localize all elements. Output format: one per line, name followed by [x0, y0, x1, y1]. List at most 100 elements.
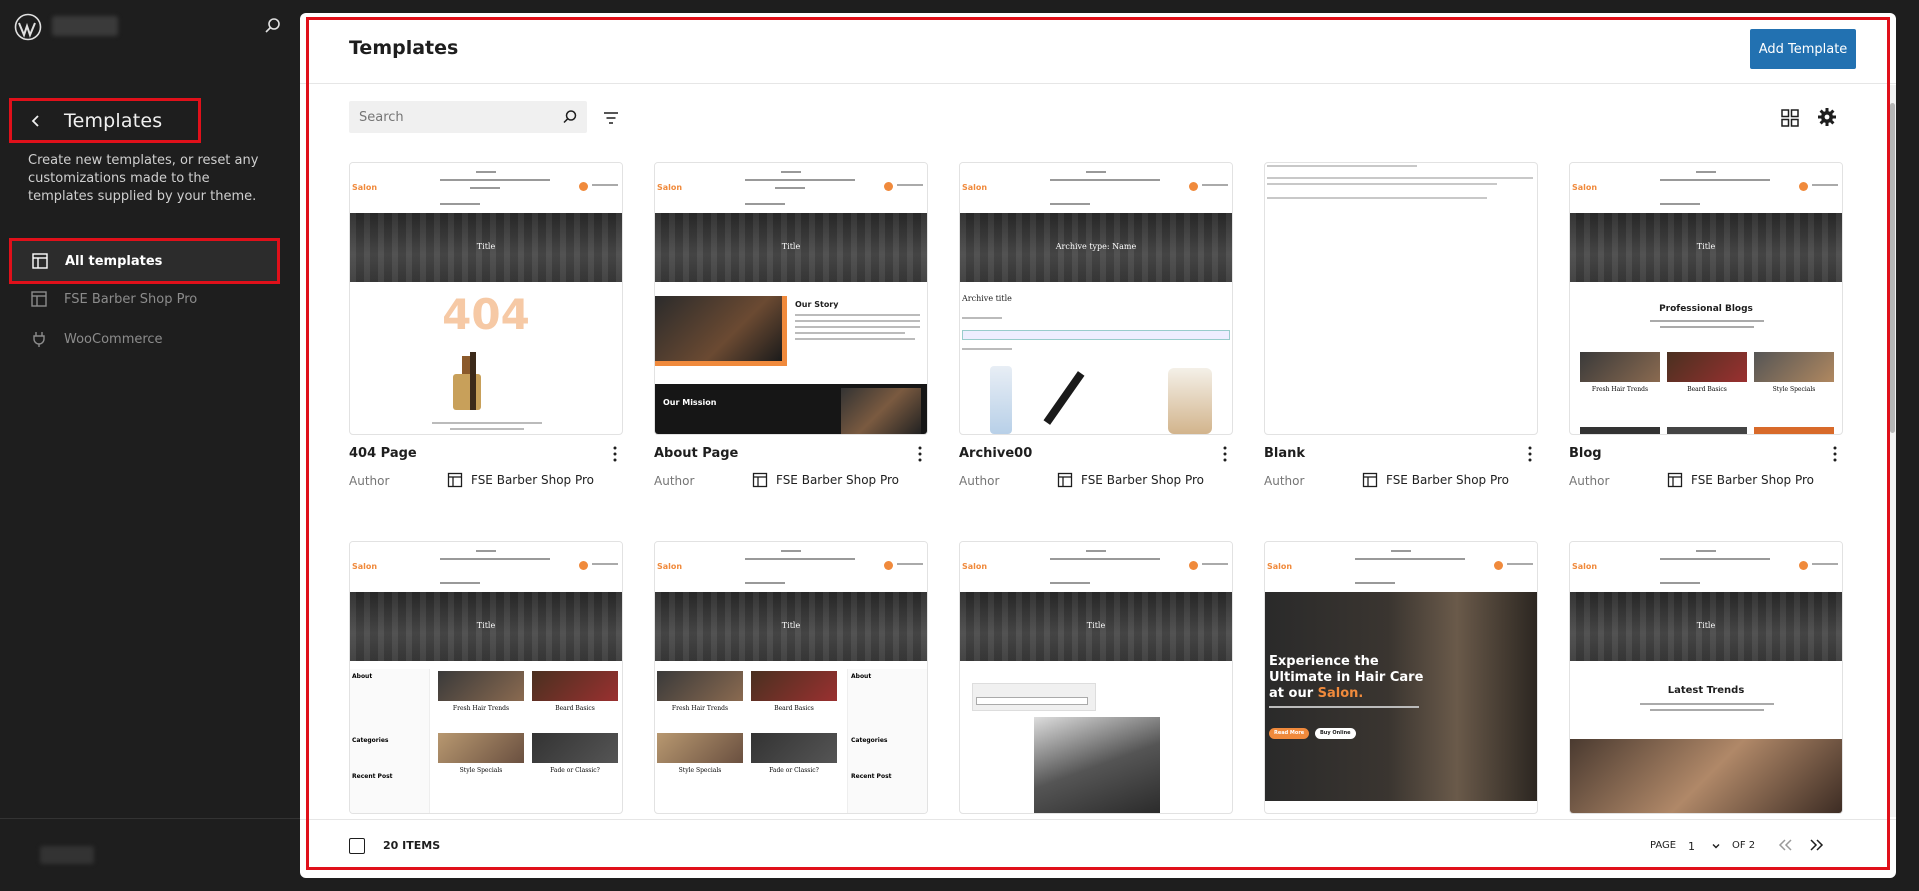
gear-icon[interactable] [1816, 106, 1838, 128]
search-icon [563, 110, 577, 124]
preview-hero-title: Title [781, 621, 801, 630]
template-author: FSE Barber Shop Pro [1667, 472, 1814, 488]
template-title[interactable]: 404 Page [349, 446, 417, 461]
more-options-icon[interactable] [1522, 445, 1538, 463]
template-preview[interactable]: Salon Title [959, 541, 1233, 814]
template-preview[interactable]: Salon Title About Categories Recent Post… [349, 541, 623, 814]
preview-post-title: Style Specials [678, 767, 722, 774]
preview-body: Our Story Our Mission [655, 282, 927, 434]
page-select[interactable]: 1 [1688, 835, 1722, 857]
search-field[interactable] [349, 101, 587, 133]
preview-read-more-button: Read More [1269, 728, 1310, 739]
items-count: 20 ITEMS [383, 839, 441, 852]
grid-view-icon[interactable] [1779, 107, 1801, 129]
template-card-about-page[interactable]: Salon Title Our Story Our Mission About … [654, 162, 928, 488]
sidebar-item-label: All templates [65, 253, 163, 269]
template-preview[interactable]: Salon Title Our Story Our Mission [654, 162, 928, 435]
template-card-front-page[interactable]: Salon Experience the Ultimate in Hair Ca… [1264, 541, 1538, 814]
template-preview[interactable]: Salon Title Professional Blogs Fresh Hai… [1569, 162, 1843, 435]
preview-post-title: Fade or Classic? [550, 767, 600, 774]
preview-post-title: Beard Basics [555, 705, 595, 712]
preview-hero: Title [655, 213, 927, 282]
template-title[interactable]: Archive00 [959, 446, 1032, 461]
user-menu[interactable] [40, 846, 94, 864]
preview-header: Salon [1570, 163, 1842, 213]
preview-404-text: 404 [442, 290, 530, 339]
preview-header: Salon [960, 542, 1232, 592]
more-options-icon[interactable] [607, 445, 623, 463]
sidebar-item-woocommerce[interactable]: WooCommerce [12, 319, 278, 359]
template-preview[interactable]: Salon Archive type: Name Archive title [959, 162, 1233, 435]
preview-hero-text: at our [1269, 686, 1318, 701]
template-card-blog-left-sidebar[interactable]: Salon Title About Categories Recent Post… [349, 541, 623, 814]
author-name: FSE Barber Shop Pro [776, 473, 900, 487]
layout-icon [1057, 472, 1073, 488]
preview-hero-line: Experience the [1269, 654, 1379, 669]
template-card-archive00[interactable]: Salon Archive type: Name Archive title A… [959, 162, 1233, 488]
search-icon[interactable] [262, 15, 284, 37]
sidebar-item-fse-barber-shop-pro[interactable]: FSE Barber Shop Pro [12, 279, 278, 319]
more-options-icon[interactable] [1217, 445, 1233, 463]
template-card-gallery[interactable]: Salon Title Latest Trends [1569, 541, 1843, 814]
author-name: FSE Barber Shop Pro [1386, 473, 1510, 487]
scrollbar-thumb[interactable] [1890, 103, 1895, 433]
preview-hero-line: Ultimate in Hair Care [1269, 670, 1424, 685]
preview-header: Salon [655, 542, 927, 592]
template-preview[interactable] [1264, 162, 1538, 435]
template-preview[interactable]: Salon Title 404 [349, 162, 623, 435]
more-options-icon[interactable] [1827, 445, 1843, 463]
preview-body: Professional Blogs Fresh Hair Trends Bea… [1570, 282, 1842, 434]
preview-widget-title: Categories [851, 737, 888, 744]
page-label: PAGE [1650, 840, 1677, 851]
sidebar: Templates Create new templates, or reset… [0, 0, 300, 891]
sidebar-description: Create new templates, or reset any custo… [28, 153, 259, 204]
template-title[interactable]: Blank [1264, 446, 1305, 461]
search-input[interactable] [359, 109, 559, 125]
preview-logo: Salon [962, 183, 988, 192]
template-card-blank[interactable]: Blank Author FSE Barber Shop Pro [1264, 162, 1538, 488]
preview-header: Salon [350, 542, 622, 592]
template-title[interactable]: Blog [1569, 446, 1602, 461]
filter-icon[interactable] [602, 109, 620, 127]
preview-hero-accent: Salon. [1317, 686, 1364, 701]
preview-hero: Title [350, 213, 622, 282]
template-preview[interactable]: Salon Experience the Ultimate in Hair Ca… [1264, 541, 1538, 814]
layout-icon [1362, 472, 1378, 488]
preview-hero: Title [960, 592, 1232, 661]
preview-logo: Salon [657, 562, 683, 571]
template-preview[interactable]: Salon Title Latest Trends [1569, 541, 1843, 814]
sidebar-item-all-templates[interactable]: All templates [9, 238, 280, 284]
template-card-blog-right-sidebar[interactable]: Salon Title Fresh Hair Trends Beard Basi… [654, 541, 928, 814]
template-preview[interactable]: Salon Title Fresh Hair Trends Beard Basi… [654, 541, 928, 814]
template-card-contact[interactable]: Salon Title [959, 541, 1233, 814]
preview-hero: Title [1570, 213, 1842, 282]
template-author: FSE Barber Shop Pro [752, 472, 899, 488]
template-title[interactable]: About Page [654, 446, 738, 461]
author-label: Author [349, 474, 390, 488]
template-card-404-page[interactable]: Salon Title 404 404 Page Author FSE Barb… [349, 162, 623, 488]
chevron-left-icon[interactable] [26, 111, 46, 131]
preview-post-title: Style Specials [1772, 386, 1816, 393]
templates-grid: Salon Title 404 404 Page Author FSE Barb… [300, 148, 1896, 818]
preview-hero: Title [655, 592, 927, 661]
add-template-button[interactable]: Add Template [1750, 29, 1856, 69]
preview-header: Salon [1570, 542, 1842, 592]
preview-logo: Salon [352, 562, 378, 571]
preview-post-title: Fresh Hair Trends [671, 705, 729, 712]
select-all-checkbox[interactable] [349, 838, 365, 854]
preview-widget-title: Recent Post [352, 773, 393, 780]
preview-post-title: Style Specials [459, 767, 503, 774]
preview-hero-title: Archive type: Name [1055, 242, 1137, 251]
more-options-icon[interactable] [912, 445, 928, 463]
template-card-blog[interactable]: Salon Title Professional Blogs Fresh Hai… [1569, 162, 1843, 488]
sidebar-header: Templates [9, 98, 201, 143]
previous-page-icon[interactable] [1776, 835, 1794, 855]
preview-body: About Categories Recent Post Fresh Hair … [350, 661, 622, 813]
page-select-value: 1 [1688, 839, 1695, 853]
preview-logo: Salon [962, 562, 988, 571]
preview-body: 404 [350, 282, 622, 434]
site-name[interactable] [52, 16, 118, 36]
preview-professional-blogs: Professional Blogs [1659, 304, 1753, 314]
next-page-icon[interactable] [1808, 835, 1826, 855]
wordpress-logo-icon[interactable] [14, 13, 42, 41]
